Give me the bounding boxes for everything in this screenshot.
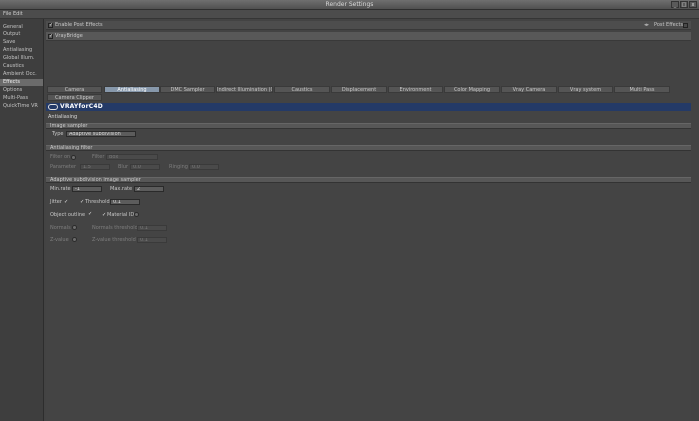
vray-logo-icon <box>48 104 58 110</box>
sidebar-item-effects[interactable]: Effects <box>0 79 43 86</box>
normals-threshold-label: Normals threshold <box>92 225 138 231</box>
vraybridge-label: VrayBridge <box>55 33 83 39</box>
vray-banner: VRAYforC4D <box>46 103 691 111</box>
z-value-label: Z-value <box>50 237 69 243</box>
vray-brand: VRAYforC4D <box>60 103 103 110</box>
blur-label: Blur <box>118 164 129 170</box>
threshold-label: Threshold <box>85 199 110 205</box>
window-title: Render Settings <box>325 1 374 8</box>
post-effects-button[interactable]: Post Effects <box>654 22 683 28</box>
tab-indirect-illumination[interactable]: Indirect Illumination (GI) <box>216 86 273 93</box>
filter-on-toggle[interactable] <box>71 155 76 160</box>
max-rate-label: Max.rate <box>110 186 133 192</box>
z-value-toggle[interactable] <box>72 237 77 242</box>
max-rate-field[interactable]: 2 <box>134 186 164 192</box>
tab-antialiasing[interactable]: Antialiasing <box>104 86 160 93</box>
sidebar-item-save[interactable]: Save <box>0 39 43 46</box>
object-outline-label: Object outline <box>50 212 86 218</box>
ringing-field[interactable]: 0.0 <box>189 164 219 170</box>
sidebar-item-general[interactable]: General <box>0 24 43 31</box>
jitter-checkbox[interactable]: ✓ <box>64 199 68 205</box>
section-antialiasing-filter[interactable]: Antialiasing filter <box>46 145 691 151</box>
section-adaptive-subdivision[interactable]: Adaptive subdivision image sampler <box>46 177 691 183</box>
threshold-field[interactable]: 0.1 <box>110 199 140 205</box>
tab-environment[interactable]: Environment <box>388 86 443 93</box>
menu-edit[interactable]: Edit <box>13 11 23 17</box>
enable-post-effects-checkbox[interactable]: ✓ <box>48 23 53 28</box>
section-image-sampler-label: Image sampler <box>50 123 88 129</box>
material-id-toggle[interactable] <box>134 212 139 217</box>
normals-toggle[interactable] <box>72 225 77 230</box>
type-dropdown[interactable]: Adaptive subdivision <box>66 131 136 137</box>
section-antialiasing-filter-label: Antialiasing filter <box>50 145 93 151</box>
normals-label: Normals <box>50 225 71 231</box>
maximize-button[interactable]: □ <box>680 1 688 8</box>
jitter-label: Jitter <box>50 199 62 205</box>
close-button[interactable]: x <box>689 1 697 8</box>
post-effects-arrows-icon[interactable]: ◂▸ <box>644 22 649 28</box>
tab-dmc-sampler[interactable]: DMC Sampler <box>160 86 215 93</box>
tab-color-mapping[interactable]: Color Mapping <box>444 86 500 93</box>
threshold-check-icon: ✓ <box>80 199 85 205</box>
ringing-label: Ringing <box>169 164 188 170</box>
tab-vray-camera[interactable]: Vray Camera <box>501 86 557 93</box>
post-effects-scroll-icon[interactable] <box>683 23 688 28</box>
sidebar-item-multi-pass[interactable]: Multi-Pass <box>0 95 43 102</box>
enable-post-effects-label: Enable Post Effects <box>55 22 103 28</box>
filter-on-label: Filter on <box>50 154 71 160</box>
filter-dropdown[interactable]: Box <box>106 154 158 160</box>
min-rate-label: Min.rate <box>50 186 71 192</box>
filter-label: Filter <box>92 154 105 160</box>
tab-caustics[interactable]: Caustics <box>274 86 330 93</box>
min-rate-field[interactable]: -1 <box>72 186 102 192</box>
sidebar-item-ambient-occlusion[interactable]: Ambient Occ. <box>0 71 43 78</box>
parameter-label: Parameter <box>50 164 77 170</box>
type-label: Type <box>52 131 64 137</box>
tab-camera-clipper[interactable]: Camera Clipper <box>47 94 102 101</box>
parameter-field[interactable]: 1.5 <box>80 164 110 170</box>
normals-threshold-field[interactable]: 0.1 <box>137 225 167 231</box>
sidebar-item-options[interactable]: Options <box>0 87 43 94</box>
material-id-label: Material ID <box>107 212 135 218</box>
tab-displacement[interactable]: Displacement <box>331 86 387 93</box>
sidebar: General Output Save Antialiasing Global … <box>0 19 44 421</box>
z-value-threshold-label: Z-value threshold <box>92 237 136 243</box>
object-outline-checkbox[interactable]: ✓ <box>88 211 92 217</box>
sidebar-item-output[interactable]: Output <box>0 31 43 38</box>
enable-post-effects-row: ✓ Enable Post Effects ◂▸ Post Effects <box>46 21 691 30</box>
sidebar-item-quicktime-vr[interactable]: QuickTime VR <box>0 103 43 110</box>
blur-field[interactable]: 0.0 <box>130 164 160 170</box>
section-image-sampler[interactable]: Image sampler <box>46 123 691 129</box>
vraybridge-row[interactable]: ✓ VrayBridge <box>46 32 691 41</box>
sidebar-item-caustics[interactable]: Caustics <box>0 63 43 70</box>
sidebar-item-antialiasing[interactable]: Antialiasing <box>0 47 43 54</box>
tab-vray-system[interactable]: Vray system <box>558 86 613 93</box>
material-id-check-icon: ✓ <box>102 212 107 218</box>
minimize-button[interactable]: _ <box>671 1 679 8</box>
section-adaptive-subdivision-label: Adaptive subdivision image sampler <box>50 177 141 183</box>
sidebar-item-global-illumination[interactable]: Global Illum. <box>0 55 43 62</box>
menu-file[interactable]: File <box>3 11 11 17</box>
title-bar: Render Settings _ □ x <box>0 0 699 10</box>
vraybridge-checkbox[interactable]: ✓ <box>48 34 53 39</box>
tab-multi-pass[interactable]: Multi Pass <box>614 86 670 93</box>
panel-title: Antialiasing <box>48 114 78 120</box>
tab-camera[interactable]: Camera <box>47 86 102 93</box>
menu-bar: File Edit <box>0 10 699 19</box>
z-value-threshold-field[interactable]: 0.1 <box>137 237 167 243</box>
